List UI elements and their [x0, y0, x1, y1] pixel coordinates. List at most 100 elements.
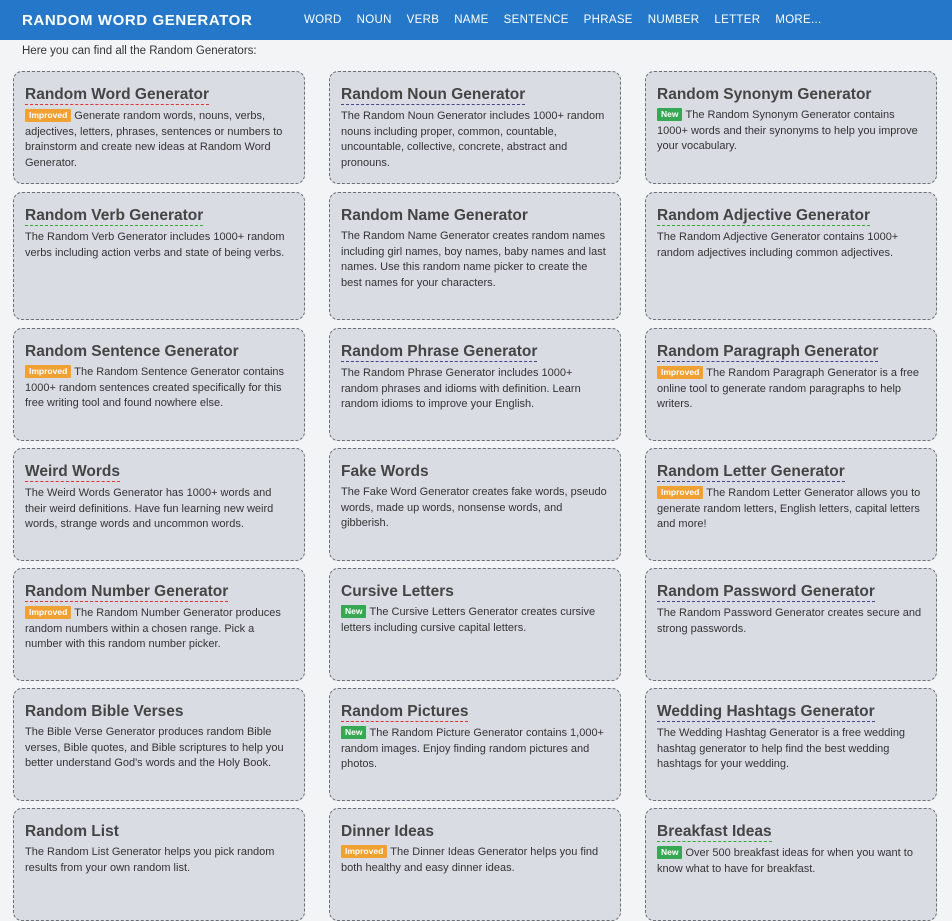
generator-card[interactable]: Random Name Generator The Random Name Gen… [329, 192, 621, 320]
card-description: The Bible Verse Generator produces rando… [25, 725, 294, 772]
nav-letter[interactable]: LETTER [714, 14, 760, 26]
card-description: New The Cursive Letters Generator creates… [341, 605, 610, 636]
nav-verb[interactable]: VERB [407, 14, 440, 26]
card-title-link[interactable]: Random Noun Generator [341, 86, 526, 105]
intro-text: Here you can find all the Random Generat… [22, 45, 257, 57]
card-description: Improved The Random Letter Generator allo… [657, 486, 926, 533]
card-title-link[interactable]: Breakfast Ideas [657, 823, 772, 842]
generator-card[interactable]: Fake Words The Fake Word Generator create… [329, 448, 621, 561]
top-navbar: RANDOM WORD GENERATOR WORD NOUN VERB NAM… [0, 0, 952, 40]
generator-card[interactable]: Random Letter Generator Improved The Rando… [645, 448, 937, 561]
generator-card[interactable]: Random Paragraph Generator Improved The Ra… [645, 328, 937, 441]
card-description: Improved The Dinner Ideas Generator helps… [341, 845, 610, 876]
card-description-text: The Random Name Generator creates random… [341, 230, 606, 289]
nav-more[interactable]: MORE... [775, 14, 821, 26]
generator-card[interactable]: Random Phrase Generator The Random Phrase… [329, 328, 621, 441]
new-badge: New [657, 108, 683, 121]
card-description: The Random Name Generator creates random… [341, 229, 610, 291]
card-description: New The Random Picture Generator contains… [341, 726, 610, 773]
card-description: The Random Phrase Generator includes 100… [341, 366, 610, 413]
improved-badge: Improved [25, 606, 72, 619]
card-title-link[interactable]: Random Name Generator [341, 207, 528, 225]
card-description-text: The Wedding Hashtag Generator is a free … [657, 727, 906, 770]
generator-card[interactable]: Random Password Generator The Random Pass… [645, 568, 937, 681]
new-badge: New [657, 846, 683, 859]
card-title-link[interactable]: Random Pictures [341, 703, 469, 722]
card-description-text: The Cursive Letters Generator creates cu… [341, 606, 596, 634]
card-description-text: The Bible Verse Generator produces rando… [25, 726, 284, 769]
card-description: New The Random Synonym Generator contains… [657, 108, 926, 155]
new-badge: New [341, 605, 367, 618]
card-description: Improved The Random Number Generator prod… [25, 606, 294, 653]
generator-card[interactable]: Breakfast Ideas New Over 500 breakfast ide… [645, 808, 937, 921]
improved-badge: Improved [657, 366, 704, 379]
generator-card[interactable]: Random Adjective Generator The Random Adj… [645, 192, 937, 320]
generator-card[interactable]: Random List The Random List Generator hel… [13, 808, 305, 921]
generator-card[interactable]: Random Bible Verses The Bible Verse Gener… [13, 688, 305, 801]
card-title-link[interactable]: Random Synonym Generator [657, 86, 871, 104]
generator-card[interactable]: Wedding Hashtags Generator The Wedding Ha… [645, 688, 937, 801]
nav-noun[interactable]: NOUN [357, 14, 392, 26]
card-description: The Random Noun Generator includes 1000+… [341, 109, 610, 171]
card-description-text: The Fake Word Generator creates fake wor… [341, 486, 607, 529]
card-title-link[interactable]: Fake Words [341, 463, 429, 481]
card-title-link[interactable]: Random Bible Verses [25, 703, 184, 721]
card-title-link[interactable]: Random Number Generator [25, 583, 229, 602]
generator-card[interactable]: Random Sentence Generator Improved The Ran… [13, 328, 305, 441]
card-title-link[interactable]: Wedding Hashtags Generator [657, 703, 875, 722]
site-logo[interactable]: RANDOM WORD GENERATOR [22, 12, 304, 29]
generator-card[interactable]: Random Pictures New The Random Picture Gen… [329, 688, 621, 801]
card-description: The Random List Generator helps you pick… [25, 845, 294, 876]
card-description-text: Over 500 breakfast ideas for when you wa… [657, 847, 913, 875]
card-description: The Fake Word Generator creates fake wor… [341, 485, 610, 532]
generator-card[interactable]: Random Synonym Generator New The Random Sy… [645, 71, 937, 184]
card-title-link[interactable]: Dinner Ideas [341, 823, 434, 841]
card-description: The Wedding Hashtag Generator is a free … [657, 726, 926, 773]
improved-badge: Improved [657, 486, 704, 499]
card-description: The Random Verb Generator includes 1000+… [25, 230, 294, 261]
card-title-link[interactable]: Random Adjective Generator [657, 207, 871, 226]
card-title-link[interactable]: Random Phrase Generator [341, 343, 538, 362]
card-title-link[interactable]: Random Sentence Generator [25, 343, 239, 361]
card-title-link[interactable]: Random Paragraph Generator [657, 343, 879, 362]
card-description-text: The Random Verb Generator includes 1000+… [25, 231, 285, 259]
card-description-text: The Random Synonym Generator contains 10… [657, 109, 918, 152]
card-title-link[interactable]: Cursive Letters [341, 583, 454, 601]
card-title-link[interactable]: Random Word Generator [25, 86, 210, 105]
card-title-link[interactable]: Random Verb Generator [25, 207, 204, 226]
nav-word[interactable]: WORD [304, 14, 342, 26]
nav-phrase[interactable]: PHRASE [584, 14, 633, 26]
generator-card[interactable]: Random Verb Generator The Random Verb Gen… [13, 192, 305, 320]
card-description: New Over 500 breakfast ideas for when you… [657, 846, 926, 877]
improved-badge: Improved [25, 109, 72, 122]
generator-card[interactable]: Cursive Letters New The Cursive Letters Ge… [329, 568, 621, 681]
improved-badge: Improved [25, 365, 72, 378]
card-description-text: The Weird Words Generator has 1000+ word… [25, 487, 274, 530]
nav-sentence[interactable]: SENTENCE [504, 14, 569, 26]
card-description: Improved The Random Paragraph Generator i… [657, 366, 926, 413]
main-nav: WORD NOUN VERB NAME SENTENCE PHRASE NUMB… [304, 14, 837, 26]
generator-card[interactable]: Dinner Ideas Improved The Dinner Ideas Gen… [329, 808, 621, 921]
generator-card[interactable]: Random Noun Generator The Random Noun Gen… [329, 71, 621, 184]
improved-badge: Improved [341, 845, 388, 858]
card-description: The Random Adjective Generator contains … [657, 230, 926, 261]
card-description: Improved The Random Sentence Generator co… [25, 365, 294, 412]
card-description-text: The Random Password Generator creates se… [657, 607, 922, 635]
card-description-text: The Random Picture Generator contains 1,… [341, 727, 604, 770]
card-title-link[interactable]: Random Letter Generator [657, 463, 845, 482]
card-description: The Random Password Generator creates se… [657, 606, 926, 637]
nav-name[interactable]: NAME [454, 14, 488, 26]
card-description-text: The Random Phrase Generator includes 100… [341, 367, 581, 410]
card-title-link[interactable]: Random List [25, 823, 119, 841]
card-description: Improved Generate random words, nouns, ve… [25, 109, 294, 171]
new-badge: New [341, 726, 367, 739]
generator-card[interactable]: Random Word Generator Improved Generate ra… [13, 71, 305, 184]
card-description: The Weird Words Generator has 1000+ word… [25, 486, 294, 533]
card-title-link[interactable]: Weird Words [25, 463, 121, 482]
nav-number[interactable]: NUMBER [648, 14, 700, 26]
generator-card[interactable]: Weird Words The Weird Words Generator has… [13, 448, 305, 561]
card-title-link[interactable]: Random Password Generator [657, 583, 875, 602]
card-description-text: The Random Adjective Generator contains … [657, 231, 899, 259]
card-description-text: The Random Noun Generator includes 1000+… [341, 110, 605, 169]
generator-card[interactable]: Random Number Generator Improved The Rando… [13, 568, 305, 681]
